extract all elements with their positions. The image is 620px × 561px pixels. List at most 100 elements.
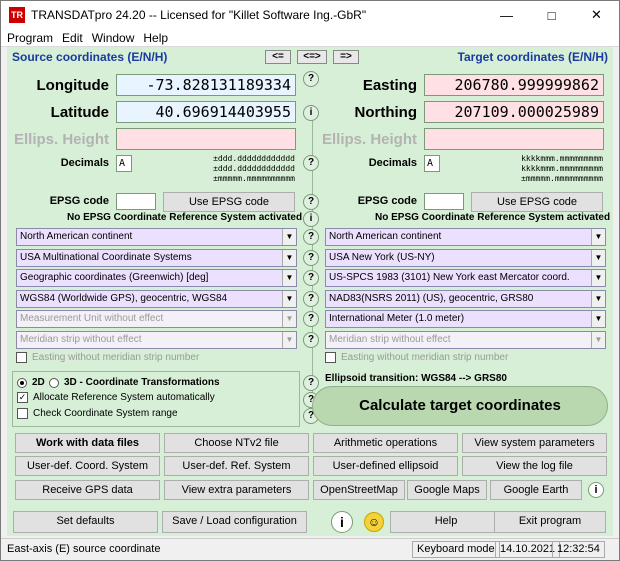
help-question-icon[interactable]: ? xyxy=(303,155,319,171)
calculate-button[interactable]: Calculate target coordinates xyxy=(312,386,608,426)
menu-window[interactable]: Window xyxy=(92,31,135,45)
view-system-params-button[interactable]: View system parameters xyxy=(462,433,607,453)
info-icon[interactable]: i xyxy=(331,511,353,533)
source-epsg-note: No EPSG Coordinate Reference System acti… xyxy=(67,212,303,223)
northing-output[interactable]: 207109.000025989 xyxy=(424,101,604,123)
target-epsg-note: No EPSG Coordinate Reference System acti… xyxy=(375,212,611,223)
user-def-ref-button[interactable]: User-def. Ref. System xyxy=(164,456,309,476)
info-icon[interactable]: i xyxy=(303,105,319,121)
target-height-label: Ellips. Height xyxy=(321,131,417,148)
target-height-output[interactable] xyxy=(424,128,604,150)
help-question-icon[interactable]: ? xyxy=(303,71,319,87)
copy-right-button[interactable]: => xyxy=(333,50,359,64)
chevron-down-icon: ▼ xyxy=(591,291,605,307)
longitude-input[interactable]: -73.828131189334 xyxy=(116,74,296,96)
target-country-select[interactable]: USA New York (US-NY) ▼ xyxy=(325,249,606,267)
check-range-checkbox[interactable]: Check Coordinate System range xyxy=(17,408,178,419)
allocate-checkbox[interactable]: ✓ Allocate Reference System automatically xyxy=(17,392,215,403)
target-use-epsg-button[interactable]: Use EPSG code xyxy=(471,192,603,212)
source-datum-select[interactable]: WGS84 (Worldwide GPS), geocentric, WGS84… xyxy=(16,290,297,308)
openstreetmap-button[interactable]: OpenStreetMap xyxy=(313,480,405,500)
chevron-down-icon: ▼ xyxy=(282,311,296,327)
latitude-input[interactable]: 40.696914403955 xyxy=(116,101,296,123)
select-value: NAD83(NSRS 2011) (US), geocentric, GRS80 xyxy=(329,293,534,304)
select-value: North American continent xyxy=(329,231,442,242)
target-meridian-select[interactable]: Meridian strip without effect ▼ xyxy=(325,331,606,349)
user-def-ellipsoid-button[interactable]: User-defined ellipsoid xyxy=(313,456,458,476)
target-system-select[interactable]: US-SPCS 1983 (3101) New York east Mercat… xyxy=(325,269,606,287)
help-question-icon[interactable]: ? xyxy=(303,375,319,391)
source-system-select[interactable]: Geographic coordinates (Greenwich) [deg]… xyxy=(16,269,297,287)
target-continent-select[interactable]: North American continent ▼ xyxy=(325,228,606,246)
chevron-down-icon: ▼ xyxy=(282,229,296,245)
source-height-input[interactable] xyxy=(116,128,296,150)
source-continent-select[interactable]: North American continent ▼ xyxy=(16,228,297,246)
help-question-icon[interactable]: ? xyxy=(303,250,319,266)
work-data-files-button[interactable]: Work with data files xyxy=(15,433,160,453)
help-question-icon[interactable]: ? xyxy=(303,332,319,348)
help-question-icon[interactable]: ? xyxy=(303,311,319,327)
chevron-down-icon: ▼ xyxy=(591,311,605,327)
chevron-down-icon: ▼ xyxy=(591,332,605,348)
view-log-button[interactable]: View the log file xyxy=(462,456,607,476)
save-load-config-button[interactable]: Save / Load configuration xyxy=(162,511,307,533)
latitude-label: Latitude xyxy=(50,104,109,121)
status-time: 12:32:54 xyxy=(552,541,605,558)
source-format-line: ±ddd.dddddddddddd xyxy=(213,154,295,163)
minimize-icon[interactable]: — xyxy=(484,1,529,29)
set-defaults-button[interactable]: Set defaults xyxy=(13,511,158,533)
checkbox-label: Easting without meridian strip number xyxy=(32,352,200,363)
app-window: TR TRANSDATpro 24.20 -- Licensed for "Ki… xyxy=(0,0,620,561)
help-button[interactable]: Help xyxy=(390,511,502,533)
view-extra-params-button[interactable]: View extra parameters xyxy=(164,480,309,500)
menu-help[interactable]: Help xyxy=(143,31,168,45)
google-maps-button[interactable]: Google Maps xyxy=(407,480,487,500)
target-datum-select[interactable]: NAD83(NSRS 2011) (US), geocentric, GRS80… xyxy=(325,290,606,308)
help-question-icon[interactable]: ? xyxy=(303,291,319,307)
source-easting-meridian-checkbox[interactable]: Easting without meridian strip number xyxy=(16,352,199,363)
source-country-select[interactable]: USA Multinational Coordinate Systems ▼ xyxy=(16,249,297,267)
maximize-icon[interactable]: □ xyxy=(529,1,574,29)
target-epsg-label: EPSG code xyxy=(357,195,417,207)
menu-bar: Program Edit Window Help xyxy=(1,29,619,47)
target-format-line: kkkkmmm.mmmmmmmmm xyxy=(521,154,603,163)
info-icon[interactable]: i xyxy=(303,211,319,227)
source-format-line: ±mmmmm.mmmmmmmmmm xyxy=(213,174,295,183)
arithmetic-button[interactable]: Arithmetic operations xyxy=(313,433,458,453)
user-def-coord-button[interactable]: User-def. Coord. System xyxy=(15,456,160,476)
target-epsg-input[interactable] xyxy=(424,193,464,210)
source-decimals-input[interactable]: A xyxy=(116,155,132,172)
source-unit-select[interactable]: Measurement Unit without effect ▼ xyxy=(16,310,297,328)
google-earth-button[interactable]: Google Earth xyxy=(490,480,582,500)
mode-2d-radio[interactable]: 2D xyxy=(17,377,45,388)
help-question-icon[interactable]: ? xyxy=(303,229,319,245)
target-easting-meridian-checkbox[interactable]: Easting without meridian strip number xyxy=(325,352,508,363)
window-title: TRANSDATpro 24.20 -- Licensed for "Kille… xyxy=(31,8,367,22)
status-date: 14.10.2021 xyxy=(495,541,561,558)
swap-button[interactable]: <=> xyxy=(297,50,327,64)
select-value: Measurement Unit without effect xyxy=(20,313,164,324)
help-question-icon[interactable]: ? xyxy=(303,270,319,286)
status-bar: East-axis (E) source coordinate Keyboard… xyxy=(1,538,619,560)
exit-button[interactable]: Exit program xyxy=(494,511,606,533)
mode-3d-radio[interactable]: 3D - Coordinate Transformations xyxy=(49,377,220,388)
copy-left-button[interactable]: <= xyxy=(265,50,291,64)
smiley-icon[interactable]: ☺ xyxy=(364,512,384,532)
menu-program[interactable]: Program xyxy=(7,31,53,45)
source-epsg-input[interactable] xyxy=(116,193,156,210)
info-icon[interactable]: i xyxy=(588,482,604,498)
target-decimals-input[interactable]: A xyxy=(424,155,440,172)
menu-edit[interactable]: Edit xyxy=(62,31,83,45)
select-value: USA New York (US-NY) xyxy=(329,252,435,263)
source-meridian-select[interactable]: Meridian strip without effect ▼ xyxy=(16,331,297,349)
choose-ntv2-button[interactable]: Choose NTv2 file xyxy=(164,433,309,453)
help-question-icon[interactable]: ? xyxy=(303,194,319,210)
easting-output[interactable]: 206780.999999862 xyxy=(424,74,604,96)
receive-gps-button[interactable]: Receive GPS data xyxy=(15,480,160,500)
close-icon[interactable]: ✕ xyxy=(574,1,619,29)
longitude-label: Longitude xyxy=(36,77,109,94)
target-unit-select[interactable]: International Meter (1.0 meter) ▼ xyxy=(325,310,606,328)
status-text: East-axis (E) source coordinate xyxy=(7,543,161,555)
source-use-epsg-button[interactable]: Use EPSG code xyxy=(163,192,295,212)
chevron-down-icon: ▼ xyxy=(282,332,296,348)
